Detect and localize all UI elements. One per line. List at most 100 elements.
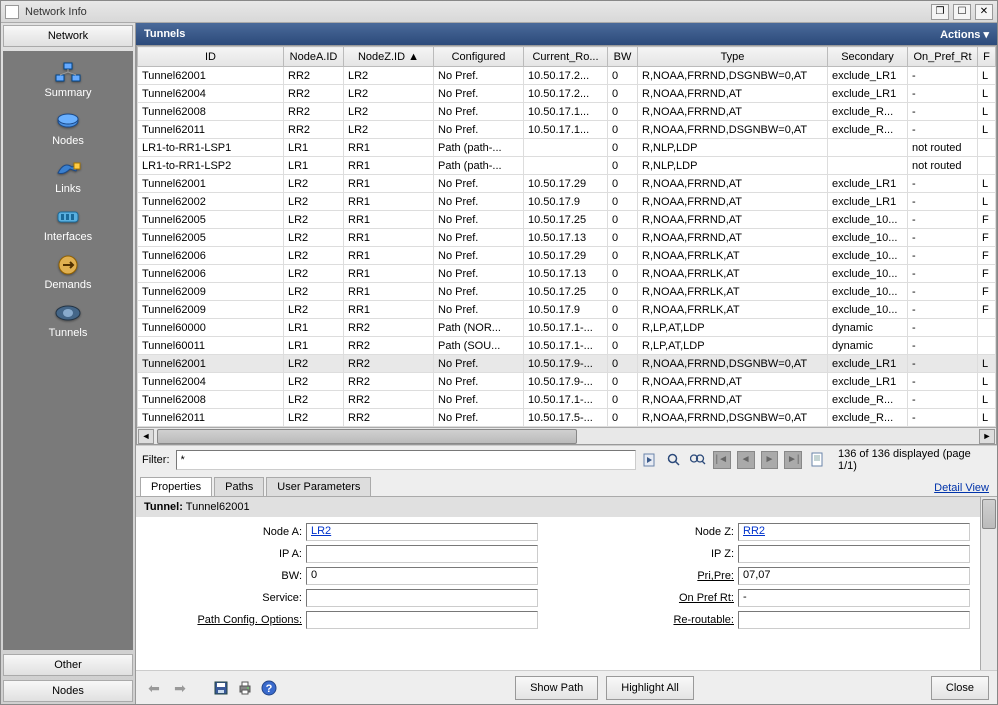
col-header[interactable]: On_Pref_Rt bbox=[908, 47, 978, 67]
table-cell bbox=[978, 337, 996, 355]
table-cell: RR1 bbox=[344, 157, 434, 175]
sidebar-nodes-button[interactable]: Nodes bbox=[3, 680, 133, 702]
col-header[interactable]: F bbox=[978, 47, 996, 67]
table-row[interactable]: Tunnel62008RR2LR2No Pref.10.50.17.1...0R… bbox=[138, 103, 996, 121]
table-row[interactable]: Tunnel62009LR2RR1No Pref.10.50.17.90R,NO… bbox=[138, 301, 996, 319]
table-cell: LR1 bbox=[284, 157, 344, 175]
table-row[interactable]: Tunnel60011LR1RR2Path (SOU...10.50.17.1-… bbox=[138, 337, 996, 355]
table-cell: RR1 bbox=[344, 265, 434, 283]
highlight-all-button[interactable]: Highlight All bbox=[606, 676, 693, 700]
col-header[interactable]: Configured bbox=[434, 47, 524, 67]
sidebar-item-nodes[interactable]: Nodes bbox=[52, 109, 84, 147]
tab-user-parameters[interactable]: User Parameters bbox=[266, 477, 371, 496]
table-cell: 0 bbox=[608, 67, 638, 85]
table-row[interactable]: Tunnel62008LR2RR2No Pref.10.50.17.1-...0… bbox=[138, 391, 996, 409]
page-first-button[interactable]: |◄ bbox=[713, 451, 731, 469]
show-path-button[interactable]: Show Path bbox=[515, 676, 598, 700]
search-plus-icon[interactable] bbox=[689, 451, 707, 469]
table-row[interactable]: Tunnel62004RR2LR2No Pref.10.50.17.2...0R… bbox=[138, 85, 996, 103]
table-cell: exclude_10... bbox=[828, 229, 908, 247]
table-row[interactable]: Tunnel62006LR2RR1No Pref.10.50.17.130R,N… bbox=[138, 265, 996, 283]
col-header[interactable]: Current_Ro... bbox=[524, 47, 608, 67]
nav-back-icon[interactable]: ⬅ bbox=[144, 678, 164, 698]
table-row[interactable]: Tunnel62009LR2RR1No Pref.10.50.17.250R,N… bbox=[138, 283, 996, 301]
table-cell: 0 bbox=[608, 337, 638, 355]
table-cell: No Pref. bbox=[434, 391, 524, 409]
maximize-button[interactable]: ☐ bbox=[953, 4, 971, 20]
nav-forward-icon[interactable]: ➡ bbox=[170, 678, 190, 698]
table-row[interactable]: Tunnel60000LR1RR2Path (NOR...10.50.17.1-… bbox=[138, 319, 996, 337]
table-row[interactable]: Tunnel62011LR2RR2No Pref.10.50.17.5-...0… bbox=[138, 409, 996, 427]
table-row[interactable]: LR1-to-RR1-LSP1LR1RR1Path (path-...0R,NL… bbox=[138, 139, 996, 157]
close-button[interactable]: Close bbox=[931, 676, 989, 700]
help-icon[interactable]: ? bbox=[260, 679, 278, 697]
table-cell: F bbox=[978, 283, 996, 301]
table-cell: exclude_10... bbox=[828, 211, 908, 229]
tunnels-table[interactable]: IDNodeA.IDNodeZ.ID ▲ConfiguredCurrent_Ro… bbox=[137, 46, 996, 427]
actions-menu[interactable]: Actions bbox=[940, 28, 989, 41]
page-settings-icon[interactable] bbox=[808, 451, 826, 469]
table-row[interactable]: Tunnel62004LR2RR2No Pref.10.50.17.9-...0… bbox=[138, 373, 996, 391]
table-cell: L bbox=[978, 355, 996, 373]
col-header[interactable]: ID bbox=[138, 47, 284, 67]
col-header[interactable]: BW bbox=[608, 47, 638, 67]
apply-filter-icon[interactable] bbox=[642, 451, 660, 469]
detail-vertical-scrollbar[interactable] bbox=[980, 497, 997, 670]
sidebar-item-tunnels[interactable]: Tunnels bbox=[49, 301, 88, 339]
table-cell: - bbox=[908, 301, 978, 319]
window-title: Network Info bbox=[25, 6, 931, 18]
col-header[interactable]: Type bbox=[638, 47, 828, 67]
sidebar-item-interfaces[interactable]: Interfaces bbox=[44, 205, 92, 243]
page-prev-button[interactable]: ◄ bbox=[737, 451, 755, 469]
page-last-button[interactable]: ►| bbox=[784, 451, 802, 469]
detail-right-value[interactable]: RR2 bbox=[738, 523, 970, 541]
table-row[interactable]: Tunnel62005LR2RR1No Pref.10.50.17.250R,N… bbox=[138, 211, 996, 229]
table-cell: Tunnel62008 bbox=[138, 103, 284, 121]
sidebar-item-label: Tunnels bbox=[49, 327, 88, 339]
sidebar-item-links[interactable]: Links bbox=[52, 157, 84, 195]
table-row[interactable]: RR1-to-PE-RR1RR1UNKNOWNPath (path-...0R,… bbox=[138, 427, 996, 428]
detail-left-value[interactable]: LR2 bbox=[306, 523, 538, 541]
horizontal-scrollbar[interactable]: ◄ ► bbox=[137, 427, 996, 444]
tab-properties[interactable]: Properties bbox=[140, 477, 212, 496]
table-cell: LR1-to-RR1-LSP1 bbox=[138, 139, 284, 157]
sidebar-item-summary[interactable]: Summary bbox=[44, 61, 91, 99]
tab-paths[interactable]: Paths bbox=[214, 477, 264, 496]
col-header[interactable]: Secondary bbox=[828, 47, 908, 67]
table-cell: RR1 bbox=[344, 229, 434, 247]
table-cell: No Pref. bbox=[434, 355, 524, 373]
print-icon[interactable] bbox=[236, 679, 254, 697]
detail-left-label: IP A: bbox=[146, 548, 306, 560]
table-row[interactable]: Tunnel62005LR2RR1No Pref.10.50.17.130R,N… bbox=[138, 229, 996, 247]
sidebar-other-button[interactable]: Other bbox=[3, 654, 133, 676]
table-cell: 10.50.17.25 bbox=[524, 283, 608, 301]
col-header[interactable]: NodeZ.ID ▲ bbox=[344, 47, 434, 67]
search-icon[interactable] bbox=[665, 451, 683, 469]
scroll-left-icon[interactable]: ◄ bbox=[138, 429, 154, 444]
detail-scroll-thumb[interactable] bbox=[982, 499, 996, 529]
table-row[interactable]: Tunnel62006LR2RR1No Pref.10.50.17.290R,N… bbox=[138, 247, 996, 265]
scroll-thumb[interactable] bbox=[157, 429, 577, 444]
save-icon[interactable] bbox=[212, 679, 230, 697]
scroll-right-icon[interactable]: ► bbox=[979, 429, 995, 444]
table-cell: R,LP,AT,LDP bbox=[638, 319, 828, 337]
table-row[interactable]: Tunnel62011RR2LR2No Pref.10.50.17.1...0R… bbox=[138, 121, 996, 139]
table-row[interactable]: Tunnel62001RR2LR2No Pref.10.50.17.2...0R… bbox=[138, 67, 996, 85]
detail-view-link[interactable]: Detail View bbox=[934, 482, 989, 494]
table-row[interactable]: Tunnel62002LR2RR1No Pref.10.50.17.90R,NO… bbox=[138, 193, 996, 211]
detail-right-label: IP Z: bbox=[578, 548, 738, 560]
col-header[interactable]: NodeA.ID bbox=[284, 47, 344, 67]
table-cell bbox=[524, 427, 608, 428]
sidebar-header[interactable]: Network bbox=[3, 25, 133, 47]
table-row[interactable]: Tunnel62001LR2RR1No Pref.10.50.17.290R,N… bbox=[138, 175, 996, 193]
sidebar-item-demands[interactable]: Demands bbox=[44, 253, 91, 291]
close-window-button[interactable]: ✕ bbox=[975, 4, 993, 20]
table-cell: R,NOAA,FRRLK,AT bbox=[638, 265, 828, 283]
table-row[interactable]: Tunnel62001LR2RR2No Pref.10.50.17.9-...0… bbox=[138, 355, 996, 373]
table-cell: R,STANDBY,NLP,LDP bbox=[638, 427, 828, 428]
sidebar-item-label: Links bbox=[55, 183, 81, 195]
table-row[interactable]: LR1-to-RR1-LSP2LR1RR1Path (path-...0R,NL… bbox=[138, 157, 996, 175]
filter-input[interactable] bbox=[176, 450, 636, 470]
restore-button[interactable]: ❐ bbox=[931, 4, 949, 20]
page-next-button[interactable]: ► bbox=[761, 451, 779, 469]
